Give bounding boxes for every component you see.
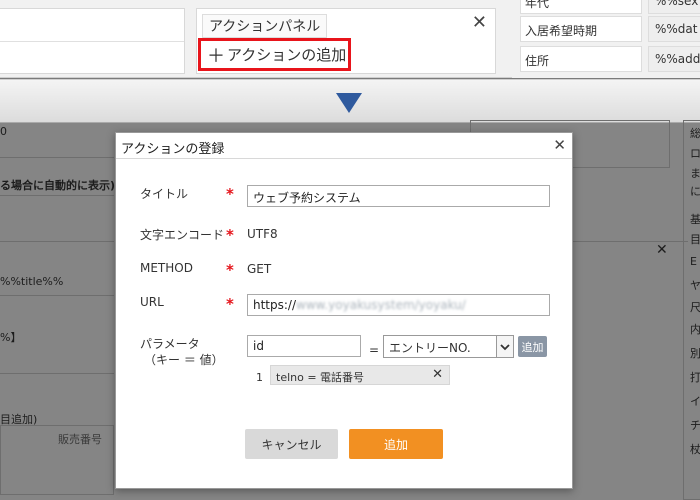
- down-arrow-icon: [336, 93, 362, 113]
- table-row: 年代 %%sex: [520, 0, 700, 14]
- title-input[interactable]: ウェブ予約システム: [247, 185, 550, 207]
- bg-zero: 0: [0, 125, 7, 138]
- divider: [0, 195, 114, 196]
- bg-right-char: 内: [690, 323, 700, 336]
- form-fragment-box: [0, 8, 185, 74]
- bg-right-char: 目: [690, 233, 700, 246]
- method-label: METHOD: [140, 261, 193, 275]
- callout-strip: アクションパネル ✕ ＋ アクションの追加 年代 %%sex 入居希望時期 %%…: [0, 0, 700, 78]
- param-value-select[interactable]: エントリーNO.: [383, 335, 514, 358]
- table-row-label: 住所: [520, 46, 642, 72]
- bg-right-char: 総: [690, 127, 700, 140]
- field-table: 年代 %%sex 入居希望時期 %%dat 住所 %%add: [512, 0, 700, 78]
- encoding-value: UTF8: [247, 227, 278, 241]
- param-equals: =: [369, 343, 380, 357]
- bg-right-char: イ: [690, 395, 700, 408]
- table-row-label: 年代: [520, 0, 642, 14]
- required-mark: *: [226, 226, 234, 244]
- param-label: パラメータ: [140, 337, 200, 351]
- bg-right-char: ロ: [690, 147, 700, 160]
- dialog-title: アクションの登録: [121, 142, 225, 157]
- plus-icon: ＋: [207, 45, 225, 67]
- add-action-button[interactable]: ＋ アクションの追加: [198, 38, 351, 71]
- table-row-value: %%add: [648, 46, 700, 72]
- close-icon[interactable]: ✕: [553, 136, 566, 154]
- bg-right-char: ヤ: [690, 279, 700, 292]
- bg-right-char: に: [690, 185, 700, 198]
- required-mark: *: [226, 185, 234, 203]
- divider: [0, 295, 114, 296]
- add-action-label: アクションの追加: [227, 46, 347, 64]
- divider: [0, 41, 184, 42]
- param-item: telno = 電話番号 ✕: [270, 365, 450, 385]
- bg-right-char: 尺: [690, 301, 700, 314]
- bg-right-char: E: [690, 255, 697, 268]
- divider: [0, 157, 114, 158]
- param-label-sub: （キー ＝ 値）: [144, 353, 224, 367]
- add-button[interactable]: 追加: [349, 429, 443, 459]
- action-panel-title: アクションパネル: [202, 14, 328, 38]
- table-row: 入居希望時期 %%dat: [520, 16, 700, 42]
- param-key-input[interactable]: id: [247, 335, 361, 357]
- remove-icon[interactable]: ✕: [432, 367, 443, 382]
- cancel-button[interactable]: キャンセル: [245, 429, 338, 459]
- encoding-label: 文字エンコード: [140, 228, 225, 242]
- url-blurred: www.yoyakusystem/yoyaku/: [296, 298, 466, 312]
- action-panel: アクションパネル ✕ ＋ アクションの追加: [196, 8, 496, 74]
- required-mark: *: [226, 261, 234, 279]
- dialog-header: アクションの登録 ✕: [116, 133, 572, 159]
- table-row-value: %%dat: [648, 16, 700, 42]
- close-icon[interactable]: ✕: [472, 13, 487, 33]
- chevron-down-icon: [496, 336, 513, 357]
- close-icon: ✕: [656, 242, 668, 258]
- required-mark: *: [226, 295, 234, 313]
- table-row-label: 入居希望時期: [520, 16, 642, 42]
- bg-percent: %】: [0, 331, 22, 344]
- param-index: 1: [256, 371, 263, 384]
- bg-right-char: 打: [690, 371, 700, 384]
- url-input[interactable]: https://www.yoyakusystem/yoyaku/: [247, 294, 550, 316]
- table-row-value: %%sex: [648, 0, 700, 14]
- param-item-text: telno = 電話番号: [276, 371, 365, 384]
- bg-title-field: %%title%%: [0, 275, 64, 288]
- bg-right-char: ま: [690, 167, 700, 180]
- param-select-value: エントリーNO.: [389, 341, 471, 355]
- method-value: GET: [247, 262, 272, 276]
- divider: [573, 241, 688, 242]
- bg-right-char: 杖: [690, 443, 700, 456]
- table-row: 住所 %%add: [520, 46, 700, 72]
- add-param-button[interactable]: 追加: [518, 336, 547, 357]
- register-action-dialog: アクションの登録 ✕ タイトル * ウェブ予約システム 文字エンコード * UT…: [115, 132, 573, 489]
- bg-right-char: 別: [690, 347, 700, 360]
- url-label: URL: [140, 295, 164, 309]
- bg-auto-display: る場合に自動的に表示): [0, 179, 116, 192]
- bg-right-char: チ: [690, 419, 700, 432]
- title-label: タイトル: [140, 187, 189, 201]
- divider: [0, 241, 114, 242]
- bg-table: [0, 425, 114, 495]
- bg-right-char: 基: [690, 213, 700, 226]
- url-prefix: https://: [253, 298, 297, 312]
- transition-band: [0, 79, 700, 123]
- divider: [0, 373, 114, 374]
